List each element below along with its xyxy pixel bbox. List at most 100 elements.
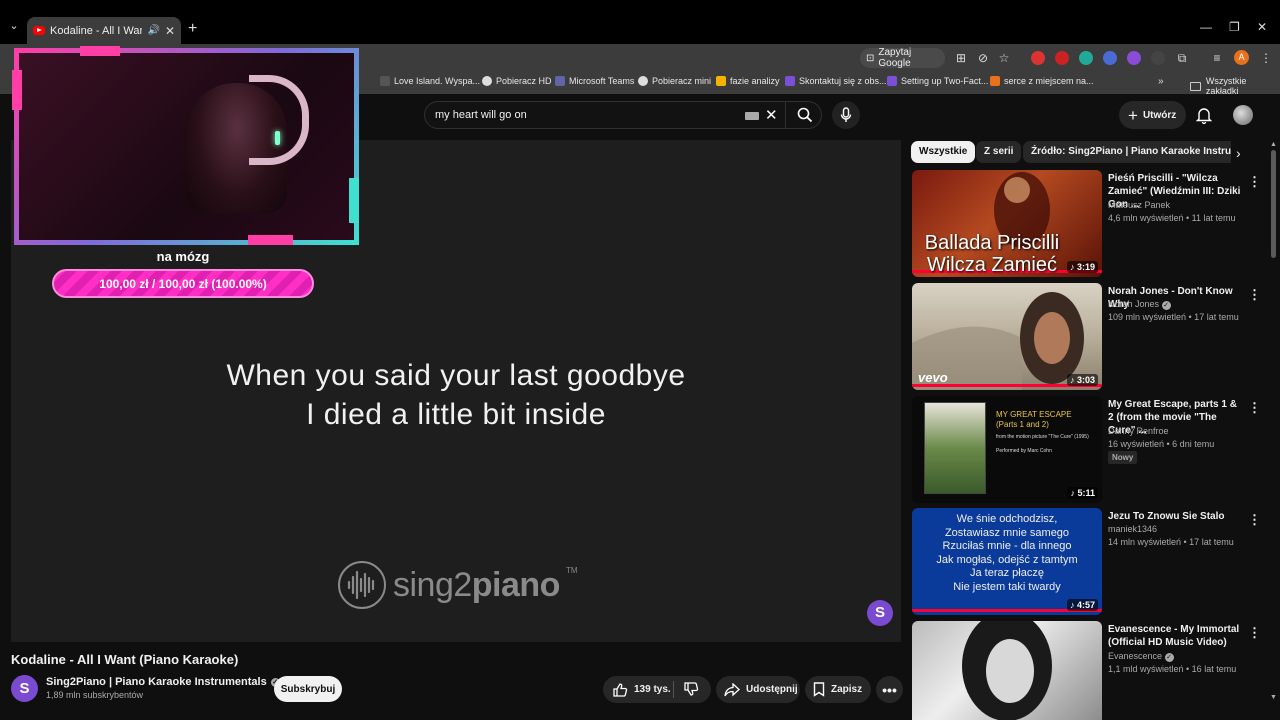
thumbnail-caption: MY GREAT ESCAPE (Parts 1 and 2) from the… bbox=[996, 410, 1089, 454]
minimize-icon[interactable]: — bbox=[1200, 20, 1212, 34]
card-channel[interactable]: Evanescence ✓ bbox=[1108, 651, 1174, 662]
channel-avatar[interactable]: S bbox=[11, 675, 38, 702]
browser-tab[interactable]: Kodaline - All I Want (Piano 🔊 ✕ bbox=[27, 17, 181, 44]
chevron-right-icon[interactable]: › bbox=[1236, 145, 1241, 161]
recommendation-card[interactable]: Ballada Priscilli Wilcza Zamieć ♪ 3:19 P… bbox=[912, 170, 1262, 278]
card-title[interactable]: Jezu To Znowu Sie Stalo bbox=[1108, 510, 1243, 523]
sidebar-scrollbar[interactable] bbox=[1271, 150, 1276, 258]
chip-all[interactable]: Wszystkie bbox=[911, 141, 976, 163]
profile-avatar[interactable]: A bbox=[1234, 50, 1249, 65]
card-menu-icon[interactable]: ⋮ bbox=[1248, 625, 1261, 641]
card-meta: 1,1 mld wyświetleń • 16 lat temu bbox=[1108, 664, 1237, 674]
create-button[interactable]: + Utwórz bbox=[1119, 101, 1186, 129]
like-count[interactable]: 139 tys. bbox=[634, 684, 671, 695]
notifications-bell-icon[interactable] bbox=[1196, 106, 1212, 124]
thumbnail-art bbox=[962, 621, 1052, 720]
channel-name[interactable]: Sing2Piano | Piano Karaoke Instrumentals… bbox=[46, 676, 280, 688]
extension-green-icon[interactable] bbox=[1079, 51, 1093, 65]
thumbs-up-icon[interactable] bbox=[612, 682, 628, 698]
voice-search-button[interactable] bbox=[832, 101, 860, 129]
extension-red-icon[interactable] bbox=[1055, 51, 1069, 65]
subscriber-count: 1,89 mln subskrybentów bbox=[46, 690, 144, 700]
bookmark-item[interactable]: Setting up Two-Fact... bbox=[887, 76, 988, 86]
recommendation-card[interactable]: We śnie odchodzisz, Zostawiasz mnie same… bbox=[912, 508, 1262, 616]
speaker-icon[interactable]: 🔊 bbox=[147, 25, 159, 36]
card-title[interactable]: Evanescence - My Immortal (Official HD M… bbox=[1108, 623, 1243, 649]
bookmark-star-icon[interactable]: ☆ bbox=[996, 50, 1012, 66]
video-thumbnail[interactable]: Ballada Priscilli Wilcza Zamieć ♪ 3:19 bbox=[912, 170, 1102, 277]
card-menu-icon[interactable]: ⋮ bbox=[1248, 174, 1261, 190]
bookmark-item[interactable]: Pobieracz mini bbox=[638, 76, 711, 86]
recommendation-card[interactable]: Evanescence - My Immortal (Official HD M… bbox=[912, 621, 1262, 720]
recommendation-card[interactable]: MY GREAT ESCAPE (Parts 1 and 2) from the… bbox=[912, 396, 1262, 504]
bookmarks-overflow-icon[interactable]: » bbox=[1158, 76, 1164, 87]
filter-chips: Wszystkie Z serii Źródło: Sing2Piano | P… bbox=[911, 141, 1231, 164]
save-button[interactable]: Zapisz bbox=[805, 676, 871, 703]
extension-adblock-icon[interactable] bbox=[1031, 51, 1045, 65]
duration-badge: ♪ 5:11 bbox=[1067, 487, 1098, 499]
bookmark-page-icon bbox=[785, 76, 795, 86]
sing2piano-logo-icon bbox=[338, 561, 386, 609]
close-window-icon[interactable]: ✕ bbox=[1257, 20, 1267, 34]
bookmark-page-icon bbox=[990, 76, 1000, 86]
youtube-favicon-icon bbox=[33, 26, 45, 35]
share-button[interactable]: Udostępnij bbox=[716, 676, 800, 703]
search-input[interactable] bbox=[435, 109, 735, 121]
channel-watermark-badge[interactable]: S bbox=[867, 600, 893, 626]
video-thumbnail[interactable]: We śnie odchodzisz, Zostawiasz mnie same… bbox=[912, 508, 1102, 615]
microphone-icon bbox=[840, 107, 852, 122]
bookmark-item[interactable]: fazie analizy bbox=[716, 76, 780, 86]
keyboard-icon[interactable] bbox=[745, 112, 759, 120]
scroll-up-icon[interactable]: ▲ bbox=[1270, 141, 1277, 148]
thumbs-down-icon[interactable] bbox=[683, 681, 699, 697]
tab-search-icon[interactable]: ⌄ bbox=[6, 19, 22, 35]
ask-google-label: Zapytaj Google bbox=[878, 47, 912, 69]
extensions-puzzle-icon[interactable]: ⧉ bbox=[1174, 50, 1190, 66]
karaoke-lyrics: When you said your last goodbye I died a… bbox=[11, 356, 901, 434]
card-menu-icon[interactable]: ⋮ bbox=[1248, 400, 1261, 416]
new-tab-icon[interactable]: + bbox=[188, 20, 197, 38]
card-channel[interactable]: Mateusz Panek bbox=[1108, 200, 1170, 210]
scroll-down-icon[interactable]: ▼ bbox=[1270, 694, 1277, 701]
card-channel[interactable]: maniek1346 bbox=[1108, 524, 1157, 534]
video-title: Kodaline - All I Want (Piano Karaoke) bbox=[11, 652, 239, 667]
bookmark-item[interactable]: Pobieracz HD bbox=[482, 76, 552, 86]
card-menu-icon[interactable]: ⋮ bbox=[1248, 287, 1261, 303]
clear-search-icon[interactable]: ✕ bbox=[765, 106, 778, 124]
hide-eye-icon[interactable]: ⊘ bbox=[975, 50, 991, 66]
bookmark-item[interactable]: Microsoft Teams bbox=[555, 76, 634, 86]
search-button[interactable] bbox=[785, 101, 823, 129]
folder-icon bbox=[1190, 81, 1201, 91]
extension-purple-icon[interactable] bbox=[1127, 51, 1141, 65]
bookmark-item[interactable]: serce z miejscem na... bbox=[990, 76, 1094, 86]
create-label: Utwórz bbox=[1142, 109, 1177, 121]
close-tab-icon[interactable]: ✕ bbox=[165, 24, 175, 38]
extension-blue-icon[interactable] bbox=[1103, 51, 1117, 65]
chip-series[interactable]: Z serii bbox=[976, 141, 1022, 163]
account-avatar[interactable] bbox=[1233, 105, 1253, 125]
card-channel[interactable]: Danny Renfroe bbox=[1108, 426, 1169, 436]
bookmark-item[interactable]: Love Island. Wyspa... bbox=[380, 76, 480, 86]
more-actions-button[interactable]: ••• bbox=[876, 676, 903, 703]
video-thumbnail[interactable]: vevo ♪ 3:03 bbox=[912, 283, 1102, 390]
ask-google-button[interactable]: ⊡ Zapytaj Google bbox=[860, 47, 945, 69]
video-thumbnail[interactable] bbox=[912, 621, 1102, 720]
maximize-icon[interactable]: ❐ bbox=[1229, 20, 1240, 34]
recommendation-card[interactable]: vevo ♪ 3:03 Norah Jones - Don't Know Why… bbox=[912, 283, 1262, 391]
media-controls-icon[interactable]: ≡ bbox=[1209, 50, 1225, 66]
bookmark-item[interactable]: Skontaktuj się z obs... bbox=[785, 76, 887, 86]
chip-source[interactable]: Źródło: Sing2Piano | Piano Karaoke Instr… bbox=[1023, 141, 1231, 163]
duration-badge: ♪ 3:19 bbox=[1066, 261, 1098, 273]
video-thumbnail[interactable]: MY GREAT ESCAPE (Parts 1 and 2) from the… bbox=[912, 396, 1102, 503]
subscribe-button[interactable]: Subskrybuj bbox=[274, 676, 342, 702]
extension-dark-icon[interactable] bbox=[1151, 51, 1165, 65]
donation-goal-bar: 100,00 zł / 100,00 zł (100.00%) bbox=[52, 269, 314, 298]
card-menu-icon[interactable]: ⋮ bbox=[1248, 512, 1261, 528]
save-label: Zapisz bbox=[831, 684, 863, 695]
all-bookmarks-button[interactable]: Wszystkie zakładki bbox=[1190, 76, 1280, 96]
thumbnail-caption: Ballada Priscilli Wilcza Zamieć bbox=[924, 232, 1060, 276]
browser-menu-icon[interactable]: ⋮ bbox=[1258, 50, 1274, 66]
search-box: ✕ bbox=[424, 101, 822, 129]
install-app-icon[interactable]: ⊞ bbox=[953, 50, 969, 66]
card-channel[interactable]: Norah Jones ✓ bbox=[1108, 299, 1171, 310]
